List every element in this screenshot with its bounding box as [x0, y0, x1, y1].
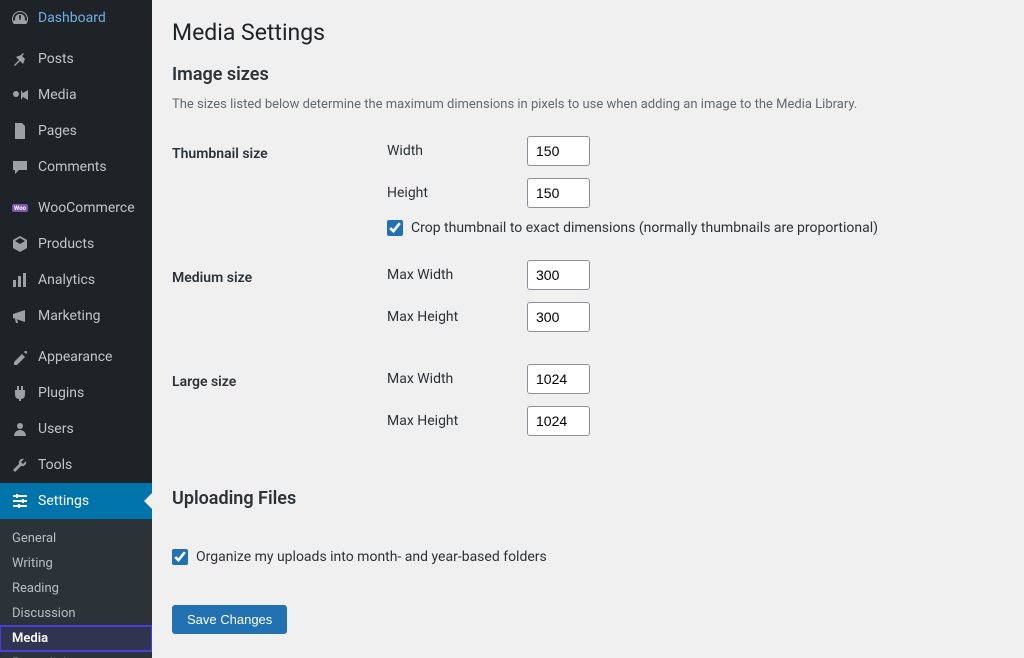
- menu-label: Pages: [38, 123, 77, 139]
- medium-height-input[interactable]: [527, 302, 590, 332]
- analytics-icon: [10, 270, 30, 290]
- woo-icon: Woo: [10, 198, 30, 218]
- menu-label: Media: [38, 87, 77, 103]
- menu-label: Tools: [38, 457, 72, 473]
- image-sizes-heading: Image sizes: [172, 64, 1004, 85]
- menu-label: Appearance: [38, 349, 112, 365]
- main-content: Media Settings Image sizes The sizes lis…: [152, 0, 1024, 658]
- menu-label: Plugins: [38, 385, 84, 401]
- submenu-item-discussion[interactable]: Discussion: [0, 601, 152, 626]
- tools-icon: [10, 455, 30, 475]
- sidebar-item-settings[interactable]: Settings: [0, 483, 152, 519]
- media-icon: [10, 85, 30, 105]
- large-size-row: Large size Max Width Max Height: [172, 364, 1004, 448]
- medium-heading: Medium size: [172, 260, 387, 286]
- products-icon: [10, 234, 30, 254]
- submenu-item-writing[interactable]: Writing: [0, 551, 152, 576]
- sidebar-item-analytics[interactable]: Analytics: [0, 262, 152, 298]
- marketing-icon: [10, 306, 30, 326]
- large-height-label: Max Height: [387, 413, 527, 429]
- sidebar-item-users[interactable]: Users: [0, 411, 152, 447]
- submenu-item-general[interactable]: General: [0, 526, 152, 551]
- thumbnail-width-label: Width: [387, 143, 527, 159]
- menu-label: Marketing: [38, 308, 101, 324]
- image-sizes-description: The sizes listed below determine the max…: [172, 97, 1004, 112]
- plugins-icon: [10, 383, 30, 403]
- thumbnail-height-input[interactable]: [527, 178, 590, 208]
- sidebar-item-marketing[interactable]: Marketing: [0, 298, 152, 334]
- menu-label: Comments: [38, 159, 107, 175]
- dashboard-icon: [10, 8, 30, 28]
- thumbnail-height-label: Height: [387, 185, 527, 201]
- thumbnail-size-row: Thumbnail size Width Height Crop thumbna…: [172, 136, 1004, 260]
- sidebar-item-posts[interactable]: Posts: [0, 41, 152, 77]
- menu-label: Posts: [38, 51, 74, 67]
- settings-icon: [10, 491, 30, 511]
- large-width-label: Max Width: [387, 371, 527, 387]
- sidebar-item-pages[interactable]: Pages: [0, 113, 152, 149]
- large-height-input[interactable]: [527, 406, 590, 436]
- organize-uploads-checkbox[interactable]: [172, 549, 188, 565]
- menu-label: WooCommerce: [38, 200, 135, 216]
- svg-text:Woo: Woo: [14, 205, 27, 212]
- save-changes-button[interactable]: Save Changes: [172, 605, 287, 634]
- menu-label: Dashboard: [38, 10, 106, 26]
- thumbnail-width-input[interactable]: [527, 136, 590, 166]
- users-icon: [10, 419, 30, 439]
- medium-width-label: Max Width: [387, 267, 527, 283]
- settings-submenu: General Writing Reading Discussion Media…: [0, 519, 152, 658]
- large-heading: Large size: [172, 364, 387, 390]
- organize-uploads-label: Organize my uploads into month- and year…: [196, 549, 547, 565]
- medium-height-label: Max Height: [387, 309, 527, 325]
- sidebar-item-products[interactable]: Products: [0, 226, 152, 262]
- sidebar-item-tools[interactable]: Tools: [0, 447, 152, 483]
- appearance-icon: [10, 347, 30, 367]
- sidebar-item-woocommerce[interactable]: Woo WooCommerce: [0, 190, 152, 226]
- large-width-input[interactable]: [527, 364, 590, 394]
- sidebar-item-media[interactable]: Media: [0, 77, 152, 113]
- submenu-item-reading[interactable]: Reading: [0, 576, 152, 601]
- crop-thumbnail-label: Crop thumbnail to exact dimensions (norm…: [411, 220, 878, 236]
- page-title: Media Settings: [172, 10, 1004, 46]
- sidebar-item-dashboard[interactable]: Dashboard: [0, 0, 152, 36]
- thumbnail-heading: Thumbnail size: [172, 136, 387, 162]
- medium-size-row: Medium size Max Width Max Height: [172, 260, 1004, 344]
- submenu-item-media[interactable]: Media: [0, 626, 152, 651]
- uploading-files-heading: Uploading Files: [172, 488, 1004, 509]
- menu-label: Settings: [38, 493, 89, 509]
- sidebar-item-plugins[interactable]: Plugins: [0, 375, 152, 411]
- pages-icon: [10, 121, 30, 141]
- sidebar-item-appearance[interactable]: Appearance: [0, 339, 152, 375]
- admin-sidebar: Dashboard Posts Media Pages Comments Woo…: [0, 0, 152, 658]
- pin-icon: [10, 49, 30, 69]
- menu-label: Products: [38, 236, 94, 252]
- submenu-item-permalinks[interactable]: Permalinks: [0, 651, 152, 658]
- medium-width-input[interactable]: [527, 260, 590, 290]
- menu-label: Analytics: [38, 272, 95, 288]
- crop-thumbnail-checkbox[interactable]: [387, 220, 403, 236]
- menu-label: Users: [38, 421, 74, 437]
- sidebar-item-comments[interactable]: Comments: [0, 149, 152, 185]
- comments-icon: [10, 157, 30, 177]
